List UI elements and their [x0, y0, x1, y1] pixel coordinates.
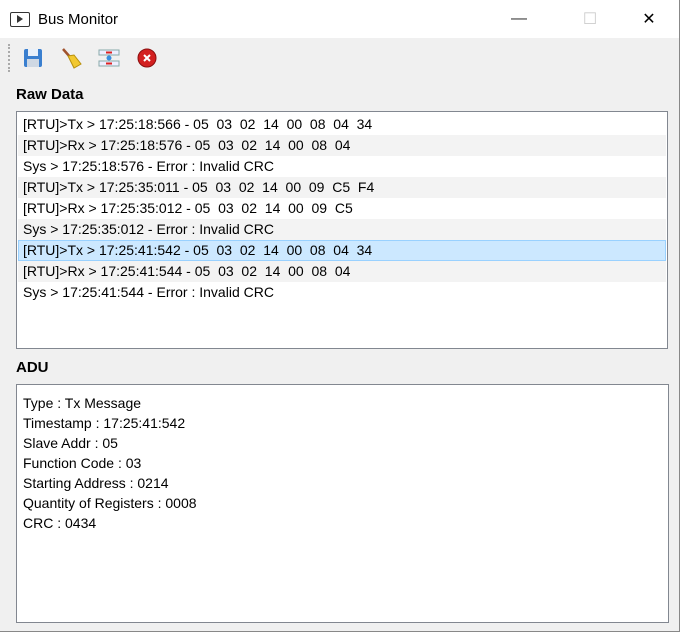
- raw-data-list[interactable]: [RTU]>Tx > 17:25:18:566 - 05 03 02 14 00…: [16, 111, 668, 349]
- window-title: Bus Monitor: [38, 10, 119, 28]
- adu-starting-address: Starting Address : 0214: [23, 475, 169, 491]
- minimize-button[interactable]: —: [496, 0, 542, 38]
- toolbar-grip[interactable]: [8, 44, 11, 72]
- raw-data-label: Raw Data: [16, 86, 84, 103]
- adu-details-box[interactable]: Type : Tx Message Timestamp : 17:25:41:5…: [16, 384, 669, 623]
- list-item[interactable]: Sys > 17:25:18:576 - Error : Invalid CRC: [18, 156, 666, 177]
- monitor-icon: [10, 11, 30, 27]
- close-button[interactable]: ✕: [626, 0, 672, 38]
- settings-button[interactable]: [97, 46, 121, 70]
- adu-label: ADU: [16, 359, 49, 376]
- adu-timestamp: Timestamp : 17:25:41:542: [23, 415, 186, 431]
- list-item[interactable]: [RTU]>Rx > 17:25:35:012 - 05 03 02 14 00…: [18, 198, 666, 219]
- title-bar: Bus Monitor — ☐ ✕: [0, 0, 679, 38]
- list-item[interactable]: [RTU]>Tx > 17:25:35:011 - 05 03 02 14 00…: [18, 177, 666, 198]
- clear-button[interactable]: [59, 46, 83, 70]
- maximize-button[interactable]: ☐: [567, 0, 613, 38]
- list-item-selected[interactable]: [RTU]>Tx > 17:25:41:542 - 05 03 02 14 00…: [18, 240, 666, 261]
- list-item[interactable]: [RTU]>Tx > 17:25:18:566 - 05 03 02 14 00…: [18, 114, 666, 135]
- list-item[interactable]: [RTU]>Rx > 17:25:41:544 - 05 03 02 14 00…: [18, 261, 666, 282]
- list-item[interactable]: Sys > 17:25:41:544 - Error : Invalid CRC: [18, 282, 666, 303]
- adu-type: Type : Tx Message: [23, 395, 142, 411]
- broom-icon: [62, 48, 82, 69]
- stop-button[interactable]: [135, 46, 159, 70]
- stop-icon: [137, 48, 157, 68]
- save-button[interactable]: [21, 46, 45, 70]
- settings-icon: [98, 49, 120, 67]
- list-item[interactable]: [RTU]>Rx > 17:25:18:576 - 05 03 02 14 00…: [18, 135, 666, 156]
- save-icon: [24, 49, 42, 67]
- adu-slave-addr: Slave Addr : 05: [23, 435, 118, 451]
- adu-quantity: Quantity of Registers : 0008: [23, 495, 197, 511]
- toolbar: [0, 38, 679, 78]
- adu-crc: CRC : 0434: [23, 515, 97, 531]
- list-item[interactable]: Sys > 17:25:35:012 - Error : Invalid CRC: [18, 219, 666, 240]
- adu-function-code: Function Code : 03: [23, 455, 142, 471]
